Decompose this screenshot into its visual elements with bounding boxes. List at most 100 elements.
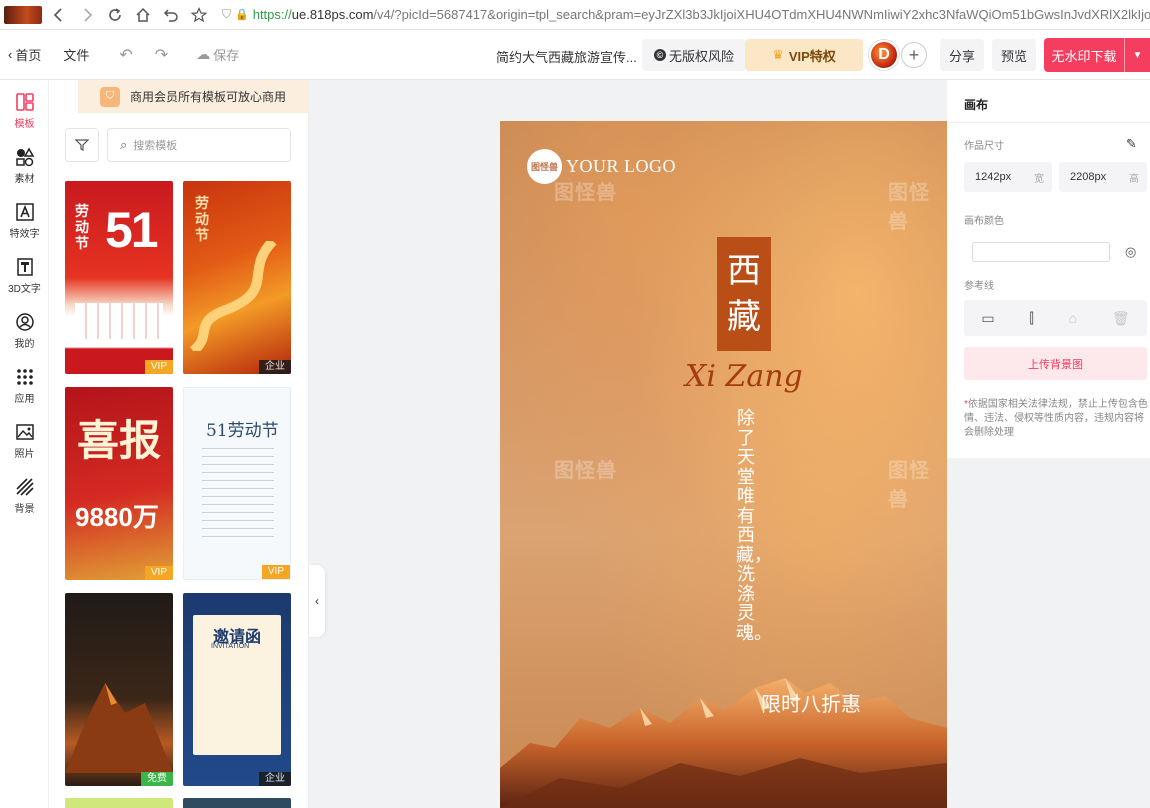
canvas-settings-panel: 画布 作品尺寸 ✎ 1242px 宽 2208px 高 画布颜色 ◎ 参考线 ▭… [947,80,1150,458]
logo-element[interactable]: 图怪兽 YOUR LOGO [527,149,676,184]
sidebar-item-text-effect[interactable]: 特效字 [0,202,49,240]
home-button[interactable]: ‹ 首页 [8,45,41,64]
height-field[interactable]: 2208px 高 [1059,162,1147,192]
template-card[interactable]: 劳动节 51 VIP [65,181,173,374]
browser-bar: ⛉ 🔒 https:// ue.818ps.com /v4/?picId=568… [0,0,1150,30]
text-effect-icon [15,203,34,221]
sidebar-item-3d-text[interactable]: 3D文字 [0,257,49,295]
width-field[interactable]: 1242px 宽 [964,162,1052,192]
logo-mark: 图怪兽 [527,149,562,184]
vip-button[interactable]: ♛ VIP特权 [745,39,863,71]
color-label: 画布颜色 [964,216,1004,227]
template-card[interactable]: 免费 [65,593,173,786]
template-card[interactable] [65,798,173,808]
bookmark-star-icon[interactable] [188,4,210,26]
preview-button[interactable]: 预览 [992,39,1036,71]
back-icon[interactable] [48,4,70,26]
sidebar-item-template[interactable]: 模板 [0,92,49,130]
reload-icon[interactable] [104,4,126,26]
tab-favicon[interactable] [4,5,42,24]
title-char: 藏 [727,297,761,337]
promo-text[interactable]: 限时八折惠 [761,688,861,717]
slogan-text[interactable]: 除了天堂唯有西藏，洗涤灵魂。 [736,409,772,643]
badge: 免费 [141,772,173,786]
sidebar-item-material[interactable]: 素材 [0,147,49,185]
trash-icon[interactable]: 🗑 [1112,310,1130,327]
lock-icon: 🔒 [235,9,249,21]
right-panel-empty-area [947,458,1150,808]
vertical-guide-icon[interactable]: ⫿ [1029,310,1033,327]
panel-title: 画布 [964,98,989,112]
template-big-text: 51 [105,202,159,258]
sidebar-item-apps[interactable]: 应用 [0,367,49,405]
sidebar-item-label: 应用 [14,394,35,405]
copyright-icon: © [654,49,666,61]
share-button[interactable]: 分享 [940,39,984,71]
sidebar-item-label: 特效字 [9,229,40,240]
template-card[interactable]: 喜报 9880万 VIP [65,387,173,580]
text-lines-graphic [202,448,274,538]
redo-icon[interactable]: ↷ [155,45,168,65]
shapes-icon [15,147,34,167]
title-block[interactable]: 西 藏 [717,237,771,351]
sidebar-item-mine[interactable]: 我的 [0,312,49,350]
template-title: 51劳动节 [206,421,279,441]
template-title: 劳动节 [75,203,89,251]
undo-history-icon[interactable] [160,4,182,26]
copyright-button[interactable]: © 无版权风险 [642,39,747,71]
download-button[interactable]: 无水印下载 ▼ [1044,38,1150,72]
sidebar-item-background[interactable]: 背景 [0,477,49,515]
template-subtitle: INVITATION [211,643,250,650]
forward-icon[interactable] [76,4,98,26]
edit-icon[interactable]: ✎ [1126,136,1140,151]
background-icon [15,478,34,496]
badge: 企业 [259,360,291,374]
search-icon: ⌕ [120,137,128,152]
add-collaborator-icon[interactable]: + [901,42,927,68]
undo-icon[interactable]: ↶ [119,45,132,65]
guides-label: 参考线 [964,281,994,292]
search-input[interactable]: ⌕ 搜索模板 [107,128,291,162]
subtitle-text[interactable]: Xi Zang [685,359,803,394]
sidebar-item-label: 3D文字 [8,284,41,295]
filter-icon [75,139,89,151]
document-title[interactable]: 简约大气西藏旅游宣传... [496,47,637,66]
template-card[interactable] [183,798,291,808]
search-placeholder: 搜索模板 [133,140,178,152]
color-palette-icon[interactable]: ◎ [1125,244,1136,260]
template-card[interactable]: 邀请函 INVITATION 企业 [183,593,291,786]
design-canvas[interactable]: 图怪兽 图怪兽 图怪兽 图怪兽 图怪兽 YOUR LOGO 西 藏 Xi Zan… [500,121,947,808]
upload-background-button[interactable]: 上传背景图 [964,347,1147,380]
home-icon[interactable] [132,4,154,26]
sidebar-item-label: 背景 [14,504,35,515]
avatar[interactable]: D [869,40,899,70]
guides-toolbar: ▭ ⫿ ⌂ 🗑 [964,300,1147,336]
sidebar-item-label: 照片 [14,449,35,460]
save-button[interactable]: ☁ 保存 [196,45,239,64]
badge: VIP [144,566,173,580]
filter-button[interactable] [65,128,99,162]
sidebar-item-label: 模板 [14,119,35,130]
template-title: 劳动节 [195,195,209,243]
template-title: 喜报 [77,416,162,465]
address-bar[interactable]: ⛉ 🔒 https:// ue.818ps.com /v4/?picId=568… [222,7,1150,22]
legal-text: 依据国家相关法律法规，禁止上传包含色情、违法、侵权等性质内容，违规内容将会删除处… [964,399,1148,438]
user-icon [15,313,34,331]
canvas-color-input[interactable] [972,242,1110,262]
chevron-left-icon: ‹ [8,47,13,62]
dropdown-caret-icon[interactable]: ▼ [1124,38,1150,72]
sidebar-item-photo[interactable]: 照片 [0,422,49,460]
template-card[interactable]: 劳动节 企业 [183,181,291,374]
collapse-panel-button[interactable]: ‹ [309,565,325,637]
lock-icon[interactable]: ⌂ [1069,310,1077,326]
road-graphic [189,241,277,351]
mountain-graphic [65,683,173,773]
editor-toolbar: ‹ 首页 文件 ↶ ↷ ☁ 保存 简约大气西藏旅游宣传... © 无版权风险 ♛… [0,30,1150,80]
template-icon [15,93,34,111]
width-value: 1242px [975,171,1012,183]
legal-notice: *依据国家相关法律法规，禁止上传包含色情、违法、侵权等性质内容，违规内容将会删除… [964,398,1148,440]
template-card[interactable]: 51劳动节 VIP [183,387,291,580]
file-menu-button[interactable]: 文件 [63,45,89,64]
badge: 企业 [259,772,291,786]
horizontal-guide-icon[interactable]: ▭ [981,310,994,327]
